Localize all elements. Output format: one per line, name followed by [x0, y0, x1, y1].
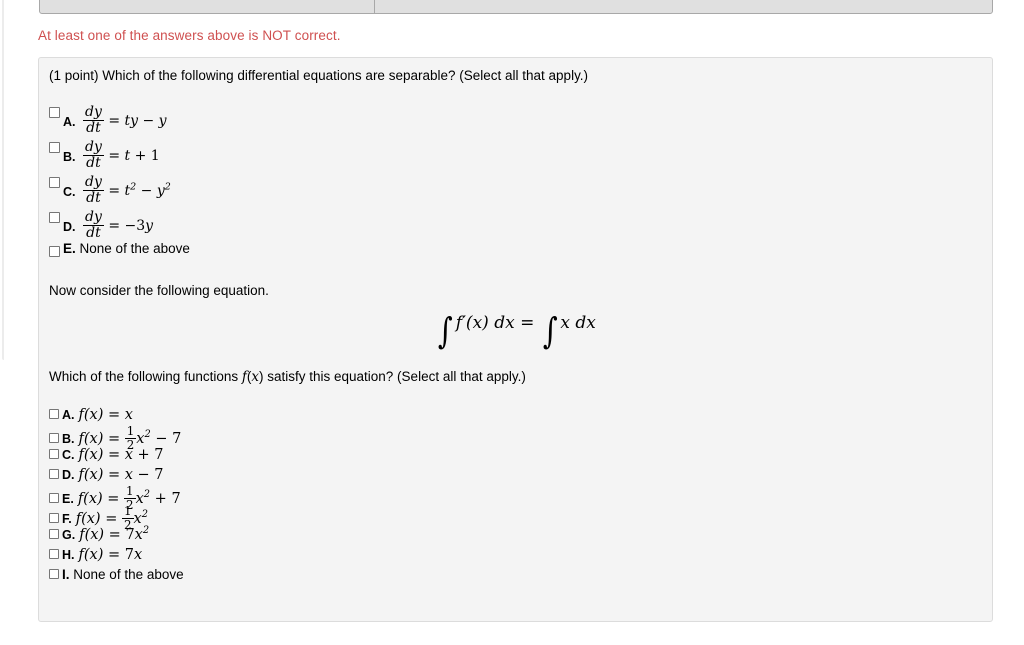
fx-row-a[interactable]: A. f(x) = x: [49, 406, 184, 426]
incorrect-answer-warning: At least one of the answers above is NOT…: [38, 28, 341, 43]
fx-row-c[interactable]: C. f(x) = x + 7: [49, 446, 184, 466]
integrand-left: f′(x) dx: [455, 313, 515, 333]
fx-label-i: I. None of the above: [62, 567, 184, 582]
checkbox-option-a[interactable]: [49, 107, 60, 118]
answer-bar-divider: [374, 0, 375, 13]
fx-letter-f: F.: [62, 511, 72, 526]
option-equation-d: dy dt = −3y: [83, 208, 154, 241]
checkbox-fx-d[interactable]: [49, 468, 59, 479]
fx-row-i[interactable]: I. None of the above: [49, 566, 184, 586]
fx-letter-h: H.: [62, 548, 75, 562]
checkbox-fx-i[interactable]: [49, 568, 59, 579]
fx-row-b[interactable]: B. f(x) = 1 2 x2 − 7: [49, 424, 184, 452]
fx-row-d[interactable]: D. f(x) = x − 7: [49, 466, 184, 486]
option-letter-d: D.: [63, 220, 76, 234]
previous-answer-bar: [39, 0, 993, 14]
option-letter-a: A.: [63, 115, 76, 129]
option-label-e: E. None of the above: [63, 241, 190, 256]
fx-inline: f: [241, 369, 247, 385]
checkbox-fx-g[interactable]: [49, 528, 59, 539]
checkbox-fx-c[interactable]: [49, 448, 59, 459]
fx-equation-d: f(x) = x − 7: [78, 467, 164, 483]
checkbox-fx-b[interactable]: [49, 432, 59, 443]
checkbox-fx-f[interactable]: [49, 512, 59, 523]
display-equation: ∫ f′(x) dx = ∫ x dx: [438, 310, 596, 352]
fx-options-list: A. f(x) = x B. f(x) = 1 2 x2 − 7 C. f(x) = x …: [49, 406, 184, 586]
option-letter-b: B.: [63, 150, 76, 164]
fx-row-f[interactable]: F. f(x) = 1 2 x2: [49, 504, 184, 532]
option-text-e: None of the above: [79, 241, 190, 256]
problem-prompt: (1 point) Which of the following differe…: [49, 68, 589, 83]
fx-equation-a: f(x) = x: [78, 407, 133, 423]
fx-letter-c: C.: [62, 448, 75, 462]
option-letter-e: E.: [63, 241, 76, 256]
fx-letter-i: I.: [62, 567, 70, 582]
option-equation-a: dy dt = ty − y: [83, 103, 167, 136]
which-functions-text: Which of the following functions f(x) sa…: [49, 369, 526, 385]
checkbox-option-c[interactable]: [49, 177, 60, 188]
fx-row-e[interactable]: E. f(x) = 1 2 x2 + 7: [49, 485, 184, 511]
checkbox-fx-e[interactable]: [49, 492, 59, 503]
problem-box: (1 point) Which of the following differe…: [38, 57, 993, 622]
integrand-right: x dx: [560, 313, 596, 333]
fx-letter-d: D.: [62, 468, 75, 482]
fx-letter-e: E.: [62, 491, 74, 506]
fx-row-g[interactable]: G. f(x) = 7x2: [49, 526, 184, 546]
fx-letter-g: G.: [62, 528, 76, 542]
checkbox-option-b[interactable]: [49, 142, 60, 153]
option-equation-c: dy dt = t2 − y2: [83, 173, 171, 206]
checkbox-option-d[interactable]: [49, 212, 60, 223]
fx-equation-h: f(x) = 7x: [78, 547, 143, 563]
fx-equation-f: f(x) = 1 2 x2: [75, 504, 148, 532]
equation-relation: =: [520, 313, 535, 333]
page-panel-left-edge: [2, 0, 4, 360]
checkbox-fx-a[interactable]: [49, 408, 59, 419]
fx-row-h[interactable]: H. f(x) = 7x: [49, 546, 184, 566]
checkbox-option-e[interactable]: [49, 246, 60, 257]
consider-text: Now consider the following equation.: [49, 283, 269, 298]
fx-letter-a: A.: [62, 408, 75, 422]
fx-equation-c: f(x) = x + 7: [78, 447, 164, 463]
option-equation-b: dy dt = t + 1: [83, 138, 160, 171]
checkbox-fx-h[interactable]: [49, 548, 59, 559]
x-inline: x: [251, 369, 259, 385]
option-letter-c: C.: [63, 185, 76, 199]
fx-equation-g: f(x) = 7x2: [79, 525, 150, 543]
fx-text-i: None of the above: [73, 567, 184, 582]
fx-equation-b: f(x) = 1 2 x2 − 7: [78, 424, 182, 452]
fx-letter-b: B.: [62, 431, 75, 446]
